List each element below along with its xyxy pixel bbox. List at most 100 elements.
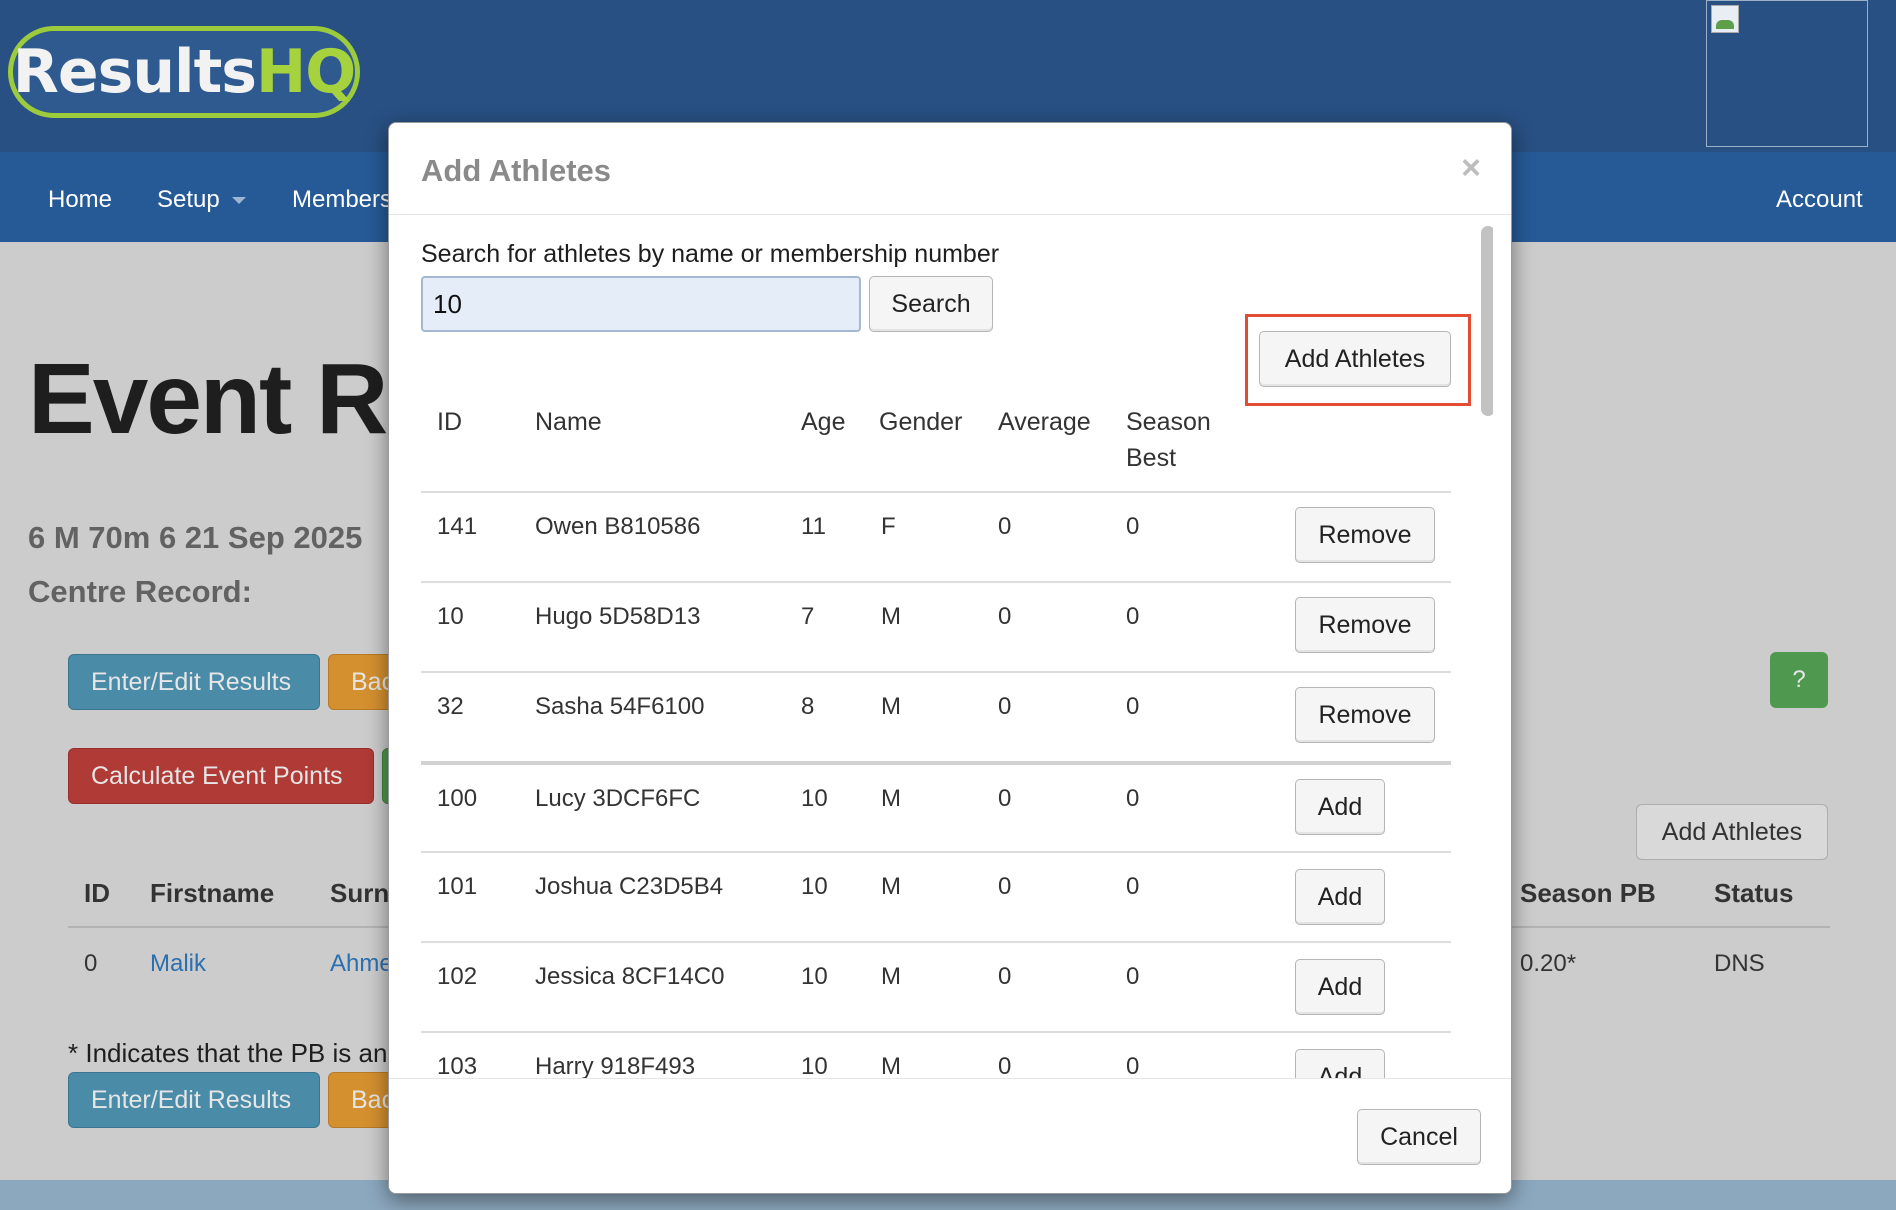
athlete-season-best: 0 xyxy=(1126,513,1140,540)
athlete-season-best: 0 xyxy=(1126,693,1140,720)
col-header-id: ID xyxy=(84,878,110,908)
athlete-average: 0 xyxy=(998,873,1012,900)
row-surname-link[interactable]: Ahme xyxy=(330,950,393,978)
add-button[interactable]: Add xyxy=(1295,779,1385,835)
centre-record-label: Centre Record: xyxy=(28,574,252,609)
cancel-button[interactable]: Cancel xyxy=(1357,1109,1481,1165)
resultshq-logo[interactable]: Results HQ xyxy=(8,26,360,118)
logo-text-hq: HQ xyxy=(256,37,356,107)
nav-members[interactable]: Members xyxy=(292,186,392,214)
athlete-row: 101 Joshua C23D5B4 10 M 0 0 Add xyxy=(421,851,1451,941)
page-title: Event Re xyxy=(28,343,442,455)
caret-down-icon xyxy=(231,197,246,205)
calculate-event-points-button[interactable]: Calculate Event Points xyxy=(68,748,374,804)
athlete-age: 10 xyxy=(801,1053,828,1078)
athlete-name: Lucy 3DCF6FC xyxy=(535,785,701,812)
row-divider xyxy=(421,671,1451,673)
athlete-gender: M xyxy=(881,785,901,812)
search-label: Search for athletes by name or membershi… xyxy=(421,240,1000,268)
search-input[interactable] xyxy=(421,276,861,332)
remove-button[interactable]: Remove xyxy=(1295,507,1435,563)
nav-setup-label: Setup xyxy=(157,186,220,213)
row-status: DNS xyxy=(1714,950,1765,977)
athlete-id: 141 xyxy=(437,513,478,540)
athlete-average: 0 xyxy=(998,693,1012,720)
athlete-row: 141 Owen B810586 11 F 0 0 Remove xyxy=(421,491,1451,581)
search-button[interactable]: Search xyxy=(869,276,993,332)
athlete-average: 0 xyxy=(998,785,1012,812)
nav-home[interactable]: Home xyxy=(48,186,112,214)
athlete-age: 7 xyxy=(801,603,815,630)
athlete-id: 10 xyxy=(437,603,464,630)
modal-header: Add Athletes × xyxy=(389,123,1511,215)
col-season-best: Season Best xyxy=(1126,404,1211,476)
remove-button[interactable]: Remove xyxy=(1295,597,1435,653)
col-id: ID xyxy=(437,408,462,436)
athlete-name: Jessica 8CF14C0 xyxy=(535,963,725,990)
athlete-age: 8 xyxy=(801,693,815,720)
row-divider xyxy=(421,491,1451,493)
pb-footnote: * Indicates that the PB is an xyxy=(68,1038,388,1068)
row-divider xyxy=(421,941,1451,943)
broken-image-icon xyxy=(1706,0,1868,147)
row-divider xyxy=(421,851,1451,853)
athlete-age: 10 xyxy=(801,873,828,900)
col-age: Age xyxy=(801,408,846,436)
enter-edit-results-button-bottom[interactable]: Enter/Edit Results xyxy=(68,1072,320,1128)
athlete-row: 10 Hugo 5D58D13 7 M 0 0 Remove xyxy=(421,581,1451,671)
athlete-row: 102 Jessica 8CF14C0 10 M 0 0 Add xyxy=(421,941,1451,1031)
athlete-id: 101 xyxy=(437,873,478,900)
add-button[interactable]: Add xyxy=(1295,869,1385,925)
row-divider xyxy=(421,581,1451,583)
page-add-athletes-button[interactable]: Add Athletes xyxy=(1636,804,1828,860)
athlete-average: 0 xyxy=(998,603,1012,630)
athlete-name: Harry 918F493 xyxy=(535,1053,696,1078)
enter-edit-results-button[interactable]: Enter/Edit Results xyxy=(68,654,320,710)
col-name: Name xyxy=(535,408,602,436)
athlete-name: Sasha 54F6100 xyxy=(535,693,705,720)
nav-account[interactable]: Account xyxy=(1776,186,1863,214)
athlete-gender: M xyxy=(881,873,901,900)
col-season-best-line2: Best xyxy=(1126,444,1177,472)
modal-scrollbar[interactable] xyxy=(1481,226,1493,416)
athlete-id: 102 xyxy=(437,963,478,990)
athlete-average: 0 xyxy=(998,1053,1012,1078)
image-placeholder-icon xyxy=(1711,5,1739,33)
athlete-name: Owen B810586 xyxy=(535,513,701,540)
event-subtitle: 6 M 70m 6 21 Sep 2025 xyxy=(28,520,363,555)
athlete-id: 32 xyxy=(437,693,464,720)
athlete-gender: M xyxy=(881,963,901,990)
athlete-gender: M xyxy=(881,693,901,720)
modal-footer: Cancel xyxy=(389,1078,1511,1193)
row-divider xyxy=(421,1031,1451,1033)
col-header-firstname: Firstname xyxy=(150,878,275,908)
logo-text-results: Results xyxy=(12,37,257,107)
athlete-age: 11 xyxy=(801,513,826,540)
row-season-pb: 0.20* xyxy=(1520,950,1577,977)
col-season-best-line1: Season xyxy=(1126,408,1211,436)
athlete-name: Hugo 5D58D13 xyxy=(535,603,701,630)
help-button[interactable]: ? xyxy=(1770,652,1828,708)
row-firstname-link[interactable]: Malik xyxy=(150,950,206,978)
add-button[interactable]: Add xyxy=(1295,1049,1385,1078)
col-gender: Gender xyxy=(879,408,963,436)
nav-setup[interactable]: Setup xyxy=(157,186,246,214)
add-athletes-button[interactable]: Add Athletes xyxy=(1259,331,1451,387)
row-divider xyxy=(421,761,1451,765)
athlete-average: 0 xyxy=(998,513,1012,540)
col-header-season-pb: Season PB xyxy=(1520,878,1656,908)
athlete-id: 100 xyxy=(437,785,478,812)
athlete-season-best: 0 xyxy=(1126,873,1140,900)
athlete-gender: M xyxy=(881,603,901,630)
col-header-status: Status xyxy=(1714,878,1794,908)
close-icon[interactable]: × xyxy=(1461,149,1481,188)
remove-button[interactable]: Remove xyxy=(1295,687,1435,743)
athlete-season-best: 0 xyxy=(1126,603,1140,630)
athlete-row: 103 Harry 918F493 10 M 0 0 Add xyxy=(421,1031,1451,1078)
athlete-gender: M xyxy=(881,1053,901,1078)
athlete-season-best: 0 xyxy=(1126,1053,1140,1078)
athlete-age: 10 xyxy=(801,963,828,990)
add-button[interactable]: Add xyxy=(1295,959,1385,1015)
col-average: Average xyxy=(998,408,1091,436)
athlete-age: 10 xyxy=(801,785,828,812)
